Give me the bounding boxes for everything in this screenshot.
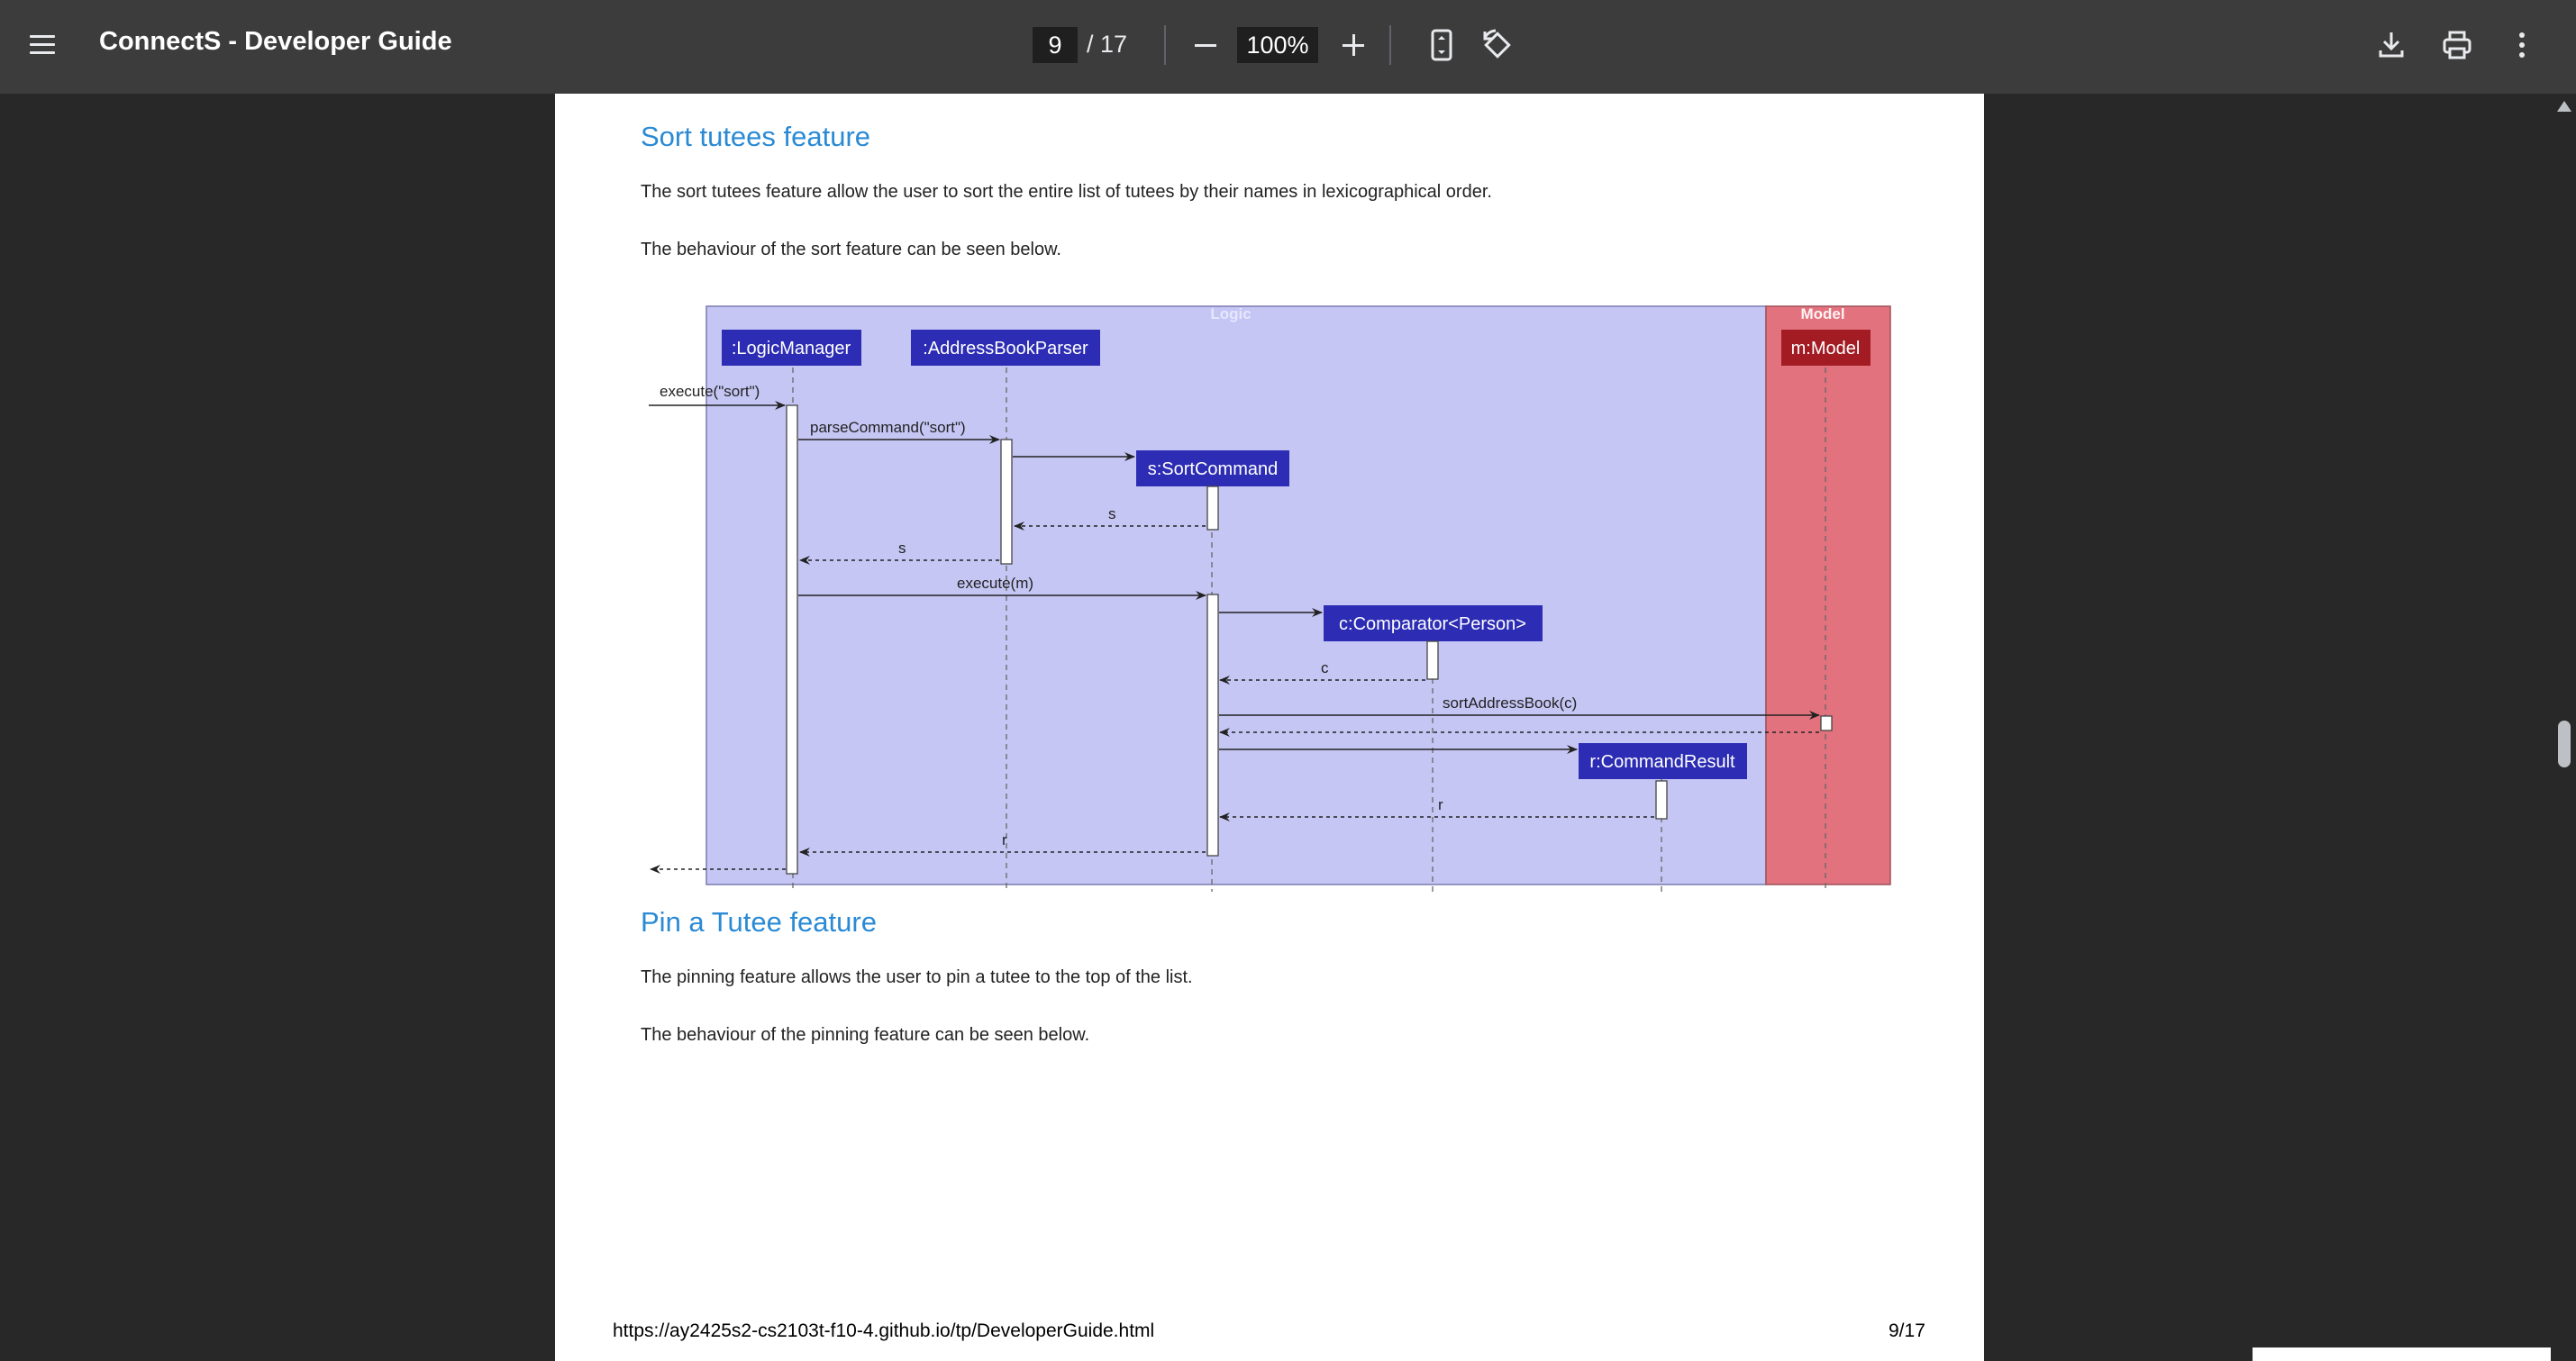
sequence-diagram: Logic Model :LogicManager :AddressBookPa… bbox=[649, 305, 1891, 892]
label-sort-address-book: sortAddressBook(c) bbox=[1443, 694, 1577, 712]
section-heading: Pin a Tutee feature bbox=[641, 906, 877, 938]
activation-logic-manager bbox=[786, 404, 798, 875]
scrollbar-thumb[interactable] bbox=[2558, 721, 2571, 767]
participant-logic-manager: :LogicManager bbox=[722, 330, 861, 366]
paragraph: The behaviour of the pinning feature can… bbox=[641, 1025, 1090, 1045]
pdf-toolbar: ConnectS - Developer Guide 9 / 17 100% bbox=[0, 0, 2576, 94]
pdf-page: Sort tutees feature The sort tutees feat… bbox=[555, 94, 1984, 1361]
fit-page-icon[interactable] bbox=[1422, 25, 1461, 65]
svg-text:s:SortCommand: s:SortCommand bbox=[1148, 459, 1279, 479]
scroll-up-arrow-icon[interactable] bbox=[2557, 101, 2571, 112]
print-icon[interactable] bbox=[2437, 25, 2477, 65]
label-return-s-2: s bbox=[898, 540, 906, 557]
label-return-c: c bbox=[1321, 659, 1329, 676]
svg-text::AddressBookParser: :AddressBookParser bbox=[923, 339, 1088, 358]
label-execute-m: execute(m) bbox=[957, 575, 1033, 592]
rotate-icon[interactable] bbox=[1478, 25, 1517, 65]
activation-sort-command bbox=[1206, 485, 1219, 531]
page-total: / 17 bbox=[1087, 31, 1128, 58]
footer-page-number: 9/17 bbox=[1889, 1320, 1925, 1341]
model-box-label: Model bbox=[1800, 305, 1844, 322]
participant-parser: :AddressBookParser bbox=[911, 330, 1100, 366]
page-number-input[interactable]: 9 bbox=[1033, 27, 1078, 63]
label-return-r-1: r bbox=[1438, 796, 1443, 813]
download-icon[interactable] bbox=[2371, 25, 2411, 65]
svg-text:r:CommandResult: r:CommandResult bbox=[1589, 752, 1735, 772]
more-vert-icon[interactable] bbox=[2502, 25, 2542, 65]
model-box bbox=[1765, 305, 1891, 885]
activation-parser bbox=[1000, 439, 1013, 565]
logic-box-label: Logic bbox=[1210, 305, 1251, 322]
footer-url: https://ay2425s2-cs2103t-f10-4.github.io… bbox=[613, 1320, 1155, 1341]
activation-model bbox=[1820, 715, 1833, 731]
participant-sort-command: s:SortCommand bbox=[1136, 450, 1289, 486]
label-return-r-2: r bbox=[1002, 831, 1007, 848]
svg-text:c:Comparator<Person>: c:Comparator<Person> bbox=[1339, 614, 1526, 634]
toolbar-divider bbox=[1164, 25, 1166, 65]
toolbar-divider bbox=[1389, 25, 1391, 65]
participant-command-result: r:CommandResult bbox=[1579, 743, 1747, 779]
hamburger-menu-icon[interactable] bbox=[24, 27, 60, 63]
plus-icon[interactable] bbox=[1335, 27, 1371, 63]
paragraph: The pinning feature allows the user to p… bbox=[641, 967, 1193, 987]
document-title: ConnectS - Developer Guide bbox=[99, 27, 452, 56]
activation-command-result bbox=[1655, 780, 1668, 820]
minus-icon[interactable] bbox=[1188, 27, 1224, 63]
next-page-preview bbox=[2253, 1347, 2551, 1361]
activation-comparator bbox=[1426, 640, 1439, 680]
label-execute-sort: execute("sort") bbox=[660, 383, 760, 400]
label-parse-command: parseCommand("sort") bbox=[810, 419, 966, 436]
zoom-level-input[interactable]: 100% bbox=[1237, 27, 1318, 63]
participant-model: m:Model bbox=[1781, 330, 1871, 366]
label-return-s-1: s bbox=[1108, 505, 1116, 522]
activation-sort-command-execute bbox=[1206, 594, 1219, 857]
svg-text::LogicManager: :LogicManager bbox=[732, 339, 851, 358]
participant-comparator: c:Comparator<Person> bbox=[1324, 605, 1543, 641]
svg-text:m:Model: m:Model bbox=[1791, 339, 1861, 358]
